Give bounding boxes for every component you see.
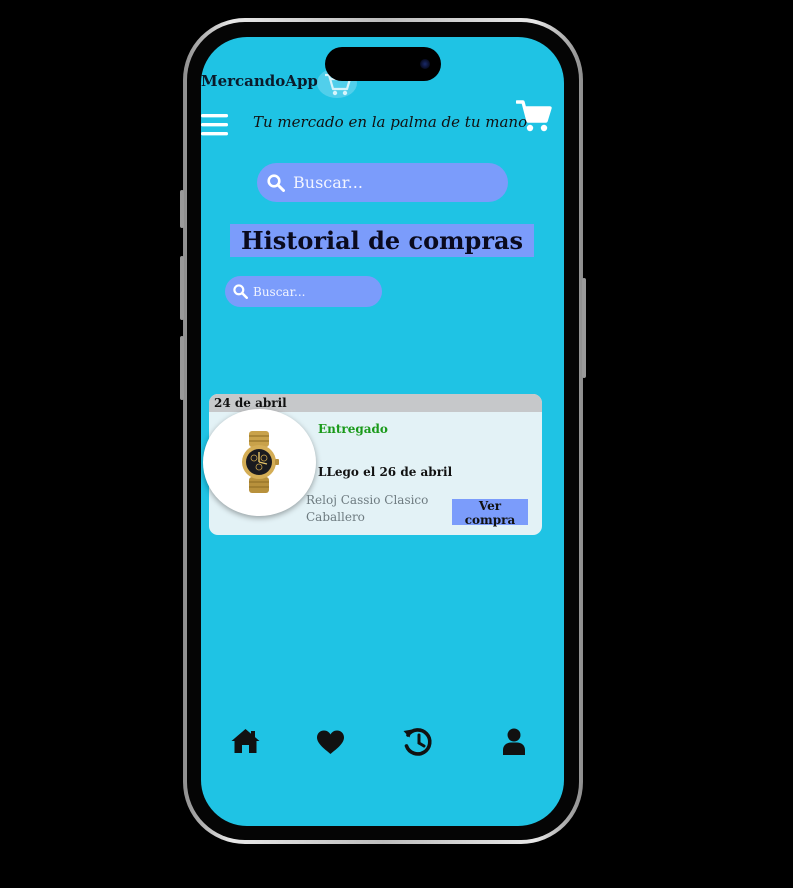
user-icon[interactable] xyxy=(503,728,525,755)
search-input[interactable] xyxy=(293,163,493,202)
phone-volume-up-button xyxy=(180,256,184,320)
order-status: Entregado xyxy=(318,422,388,436)
front-camera-icon xyxy=(420,59,430,69)
page-title: Historial de compras xyxy=(230,224,534,257)
hamburger-menu-icon[interactable] xyxy=(201,112,229,138)
search-icon xyxy=(267,174,285,192)
view-purchase-button[interactable]: Ver compra xyxy=(452,499,528,527)
product-image[interactable] xyxy=(203,409,316,516)
shopping-cart-icon[interactable] xyxy=(516,99,552,133)
history-search-bar[interactable] xyxy=(225,276,382,307)
dynamic-island xyxy=(325,47,441,81)
phone-volume-down-button xyxy=(180,336,184,400)
search-bar[interactable] xyxy=(257,163,508,202)
gold-watch-image xyxy=(242,431,279,493)
heart-icon[interactable] xyxy=(316,729,345,756)
history-icon[interactable] xyxy=(402,726,434,758)
order-arrival-date: LLego el 26 de abril xyxy=(318,465,453,479)
phone-action-button xyxy=(180,190,184,228)
phone-power-button xyxy=(582,278,586,378)
product-name: Reloj Cassio Clasico Caballero xyxy=(306,493,429,524)
search-icon xyxy=(233,284,248,299)
app-title: MercandoApp xyxy=(201,72,318,90)
app-screen: MercandoApp Tu mercado en la palma de tu… xyxy=(201,37,564,826)
home-icon[interactable] xyxy=(230,727,261,755)
history-search-input[interactable] xyxy=(253,276,373,307)
tagline: Tu mercado en la palma de tu mano xyxy=(253,113,528,131)
